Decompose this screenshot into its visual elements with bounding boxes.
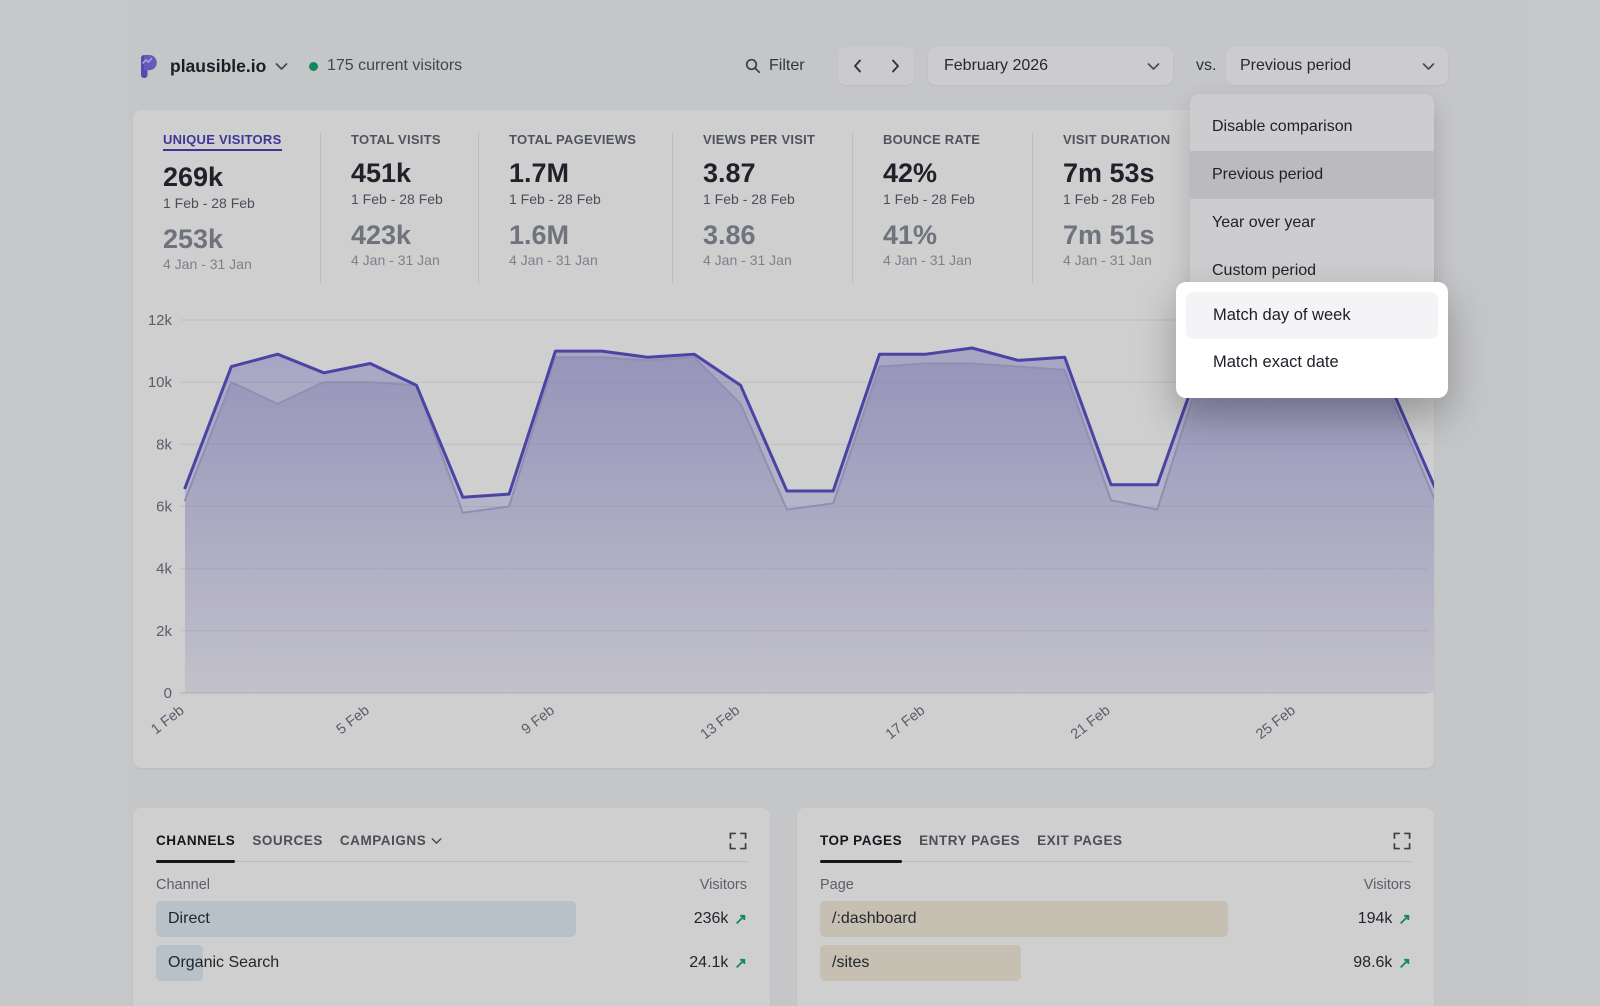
submenu-item-match-exact-date[interactable]: Match exact date xyxy=(1186,339,1438,386)
match-submenu: Match day of weekMatch exact date xyxy=(1176,282,1448,398)
plausible-dashboard: plausible.io 175 current visitors Filter xyxy=(0,0,1600,1006)
dim-overlay xyxy=(0,0,1600,1006)
submenu-item-match-day-of-week[interactable]: Match day of week xyxy=(1186,292,1438,339)
